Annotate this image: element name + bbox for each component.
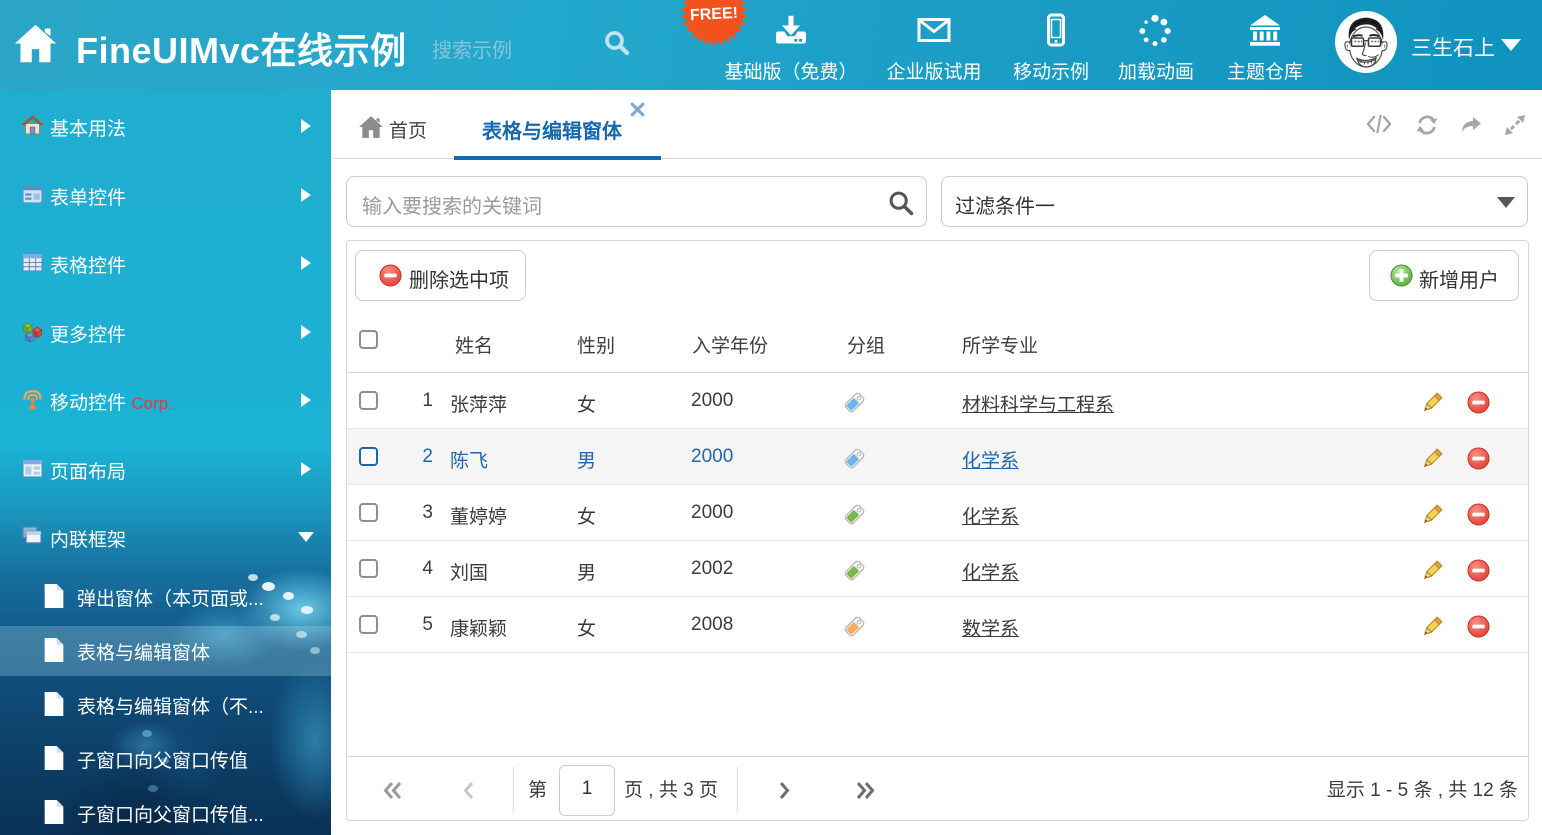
svg-text:FREE!: FREE! — [690, 5, 739, 24]
